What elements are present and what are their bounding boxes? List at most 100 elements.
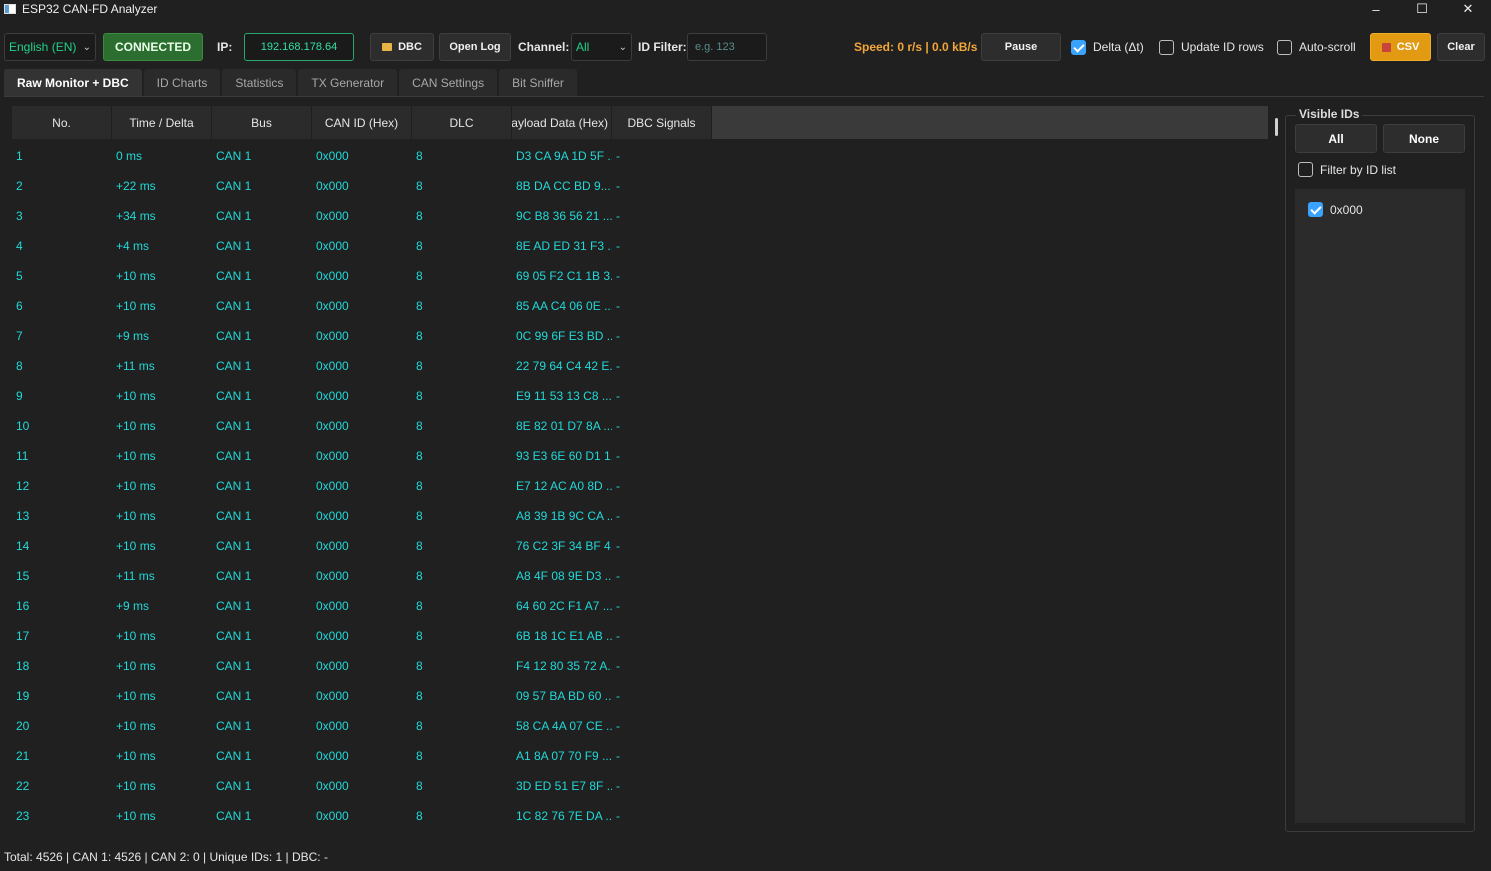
cell-payload: A8 39 1B 9C CA ... xyxy=(516,509,612,523)
delta-checkbox[interactable]: Delta (Δt) xyxy=(1071,33,1144,61)
table-row[interactable]: 11 +10 ms CAN 1 0x000 8 93 E3 6E 60 D1 1... - xyxy=(12,441,1268,471)
filter-by-id-list-checkbox[interactable]: Filter by ID list xyxy=(1298,162,1396,177)
table-row[interactable]: 4 +4 ms CAN 1 0x000 8 8E AD ED 31 F3 ... - xyxy=(12,231,1268,261)
table-row[interactable]: 17 +10 ms CAN 1 0x000 8 6B 18 1C E1 AB ... - xyxy=(12,621,1268,651)
cell-no: 18 xyxy=(16,659,30,673)
cell-can-id: 0x000 xyxy=(316,419,349,433)
cell-no: 13 xyxy=(16,509,30,523)
maximize-button[interactable]: ☐ xyxy=(1399,0,1445,18)
table-row[interactable]: 22 +10 ms CAN 1 0x000 8 3D ED 51 E7 8F ... - xyxy=(12,771,1268,801)
cell-time-delta: +10 ms xyxy=(116,389,156,403)
cell-dlc: 8 xyxy=(416,539,423,553)
cell-dbc-signals: - xyxy=(616,389,620,403)
cell-no: 7 xyxy=(16,329,23,343)
table-row[interactable]: 18 +10 ms CAN 1 0x000 8 F4 12 80 35 72 A... - xyxy=(12,651,1268,681)
export-csv-button[interactable]: CSV xyxy=(1370,33,1431,61)
cell-time-delta: +10 ms xyxy=(116,509,156,523)
update-id-rows-checkbox[interactable]: Update ID rows xyxy=(1159,33,1264,61)
table-row[interactable]: 10 +10 ms CAN 1 0x000 8 8E 82 01 D7 8A ... - xyxy=(12,411,1268,441)
cell-dbc-signals: - xyxy=(616,479,620,493)
close-button[interactable]: ✕ xyxy=(1445,0,1491,18)
cell-time-delta: +10 ms xyxy=(116,419,156,433)
table-scrollbar[interactable] xyxy=(1275,118,1278,136)
language-select[interactable]: English (EN) ⌄ xyxy=(4,33,96,61)
table-row[interactable]: 13 +10 ms CAN 1 0x000 8 A8 39 1B 9C CA ... - xyxy=(12,501,1268,531)
cell-dlc: 8 xyxy=(416,149,423,163)
tab-divider xyxy=(4,96,1484,97)
table-row[interactable]: 20 +10 ms CAN 1 0x000 8 58 CA 4A 07 CE ... - xyxy=(12,711,1268,741)
id-list-item[interactable]: 0x000 xyxy=(1308,202,1363,217)
cell-dbc-signals: - xyxy=(616,449,620,463)
tab-bit-sniffer[interactable]: Bit Sniffer xyxy=(499,69,577,96)
tab-tx-generator[interactable]: TX Generator xyxy=(298,69,398,96)
tab-id-charts[interactable]: ID Charts xyxy=(143,69,221,96)
table-row[interactable]: 2 +22 ms CAN 1 0x000 8 8B DA CC BD 9... - xyxy=(12,171,1268,201)
window-controls: – ☐ ✕ xyxy=(1353,0,1491,18)
select-none-ids-button[interactable]: None xyxy=(1383,124,1465,153)
id-filter-input[interactable]: e.g. 123 xyxy=(687,33,767,61)
table-row[interactable]: 16 +9 ms CAN 1 0x000 8 64 60 2C F1 A7 ... - xyxy=(12,591,1268,621)
cell-time-delta: +10 ms xyxy=(116,629,156,643)
cell-bus: CAN 1 xyxy=(216,569,252,583)
save-icon xyxy=(1381,42,1391,52)
cell-can-id: 0x000 xyxy=(316,689,349,703)
table-row[interactable]: 19 +10 ms CAN 1 0x000 8 09 57 BA BD 60 ... - xyxy=(12,681,1268,711)
cell-can-id: 0x000 xyxy=(316,809,349,823)
cell-dbc-signals: - xyxy=(616,749,620,763)
table-row[interactable]: 8 +11 ms CAN 1 0x000 8 22 79 64 C4 42 E... - xyxy=(12,351,1268,381)
cell-bus: CAN 1 xyxy=(216,479,252,493)
load-dbc-button[interactable]: DBC xyxy=(370,33,434,61)
cell-time-delta: +10 ms xyxy=(116,539,156,553)
minimize-button[interactable]: – xyxy=(1353,0,1399,18)
title-bar: ESP32 CAN-FD Analyzer – ☐ ✕ xyxy=(0,0,1491,18)
table-row[interactable]: 1 0 ms CAN 1 0x000 8 D3 CA 9A 1D 5F ... - xyxy=(12,141,1268,171)
cell-can-id: 0x000 xyxy=(316,569,349,583)
cell-time-delta: +10 ms xyxy=(116,689,156,703)
table-row[interactable]: 23 +10 ms CAN 1 0x000 8 1C 82 76 7E DA ... - xyxy=(12,801,1268,831)
cell-dbc-signals: - xyxy=(616,359,620,373)
column-header-time[interactable]: Time / Delta xyxy=(112,106,212,139)
cell-dlc: 8 xyxy=(416,329,423,343)
cell-payload: D3 CA 9A 1D 5F ... xyxy=(516,149,612,163)
status-bar: Total: 4526 | CAN 1: 4526 | CAN 2: 0 | U… xyxy=(4,850,328,864)
tab-raw-monitor[interactable]: Raw Monitor + DBC xyxy=(4,69,142,96)
table-row[interactable]: 5 +10 ms CAN 1 0x000 8 69 05 F2 C1 1B 3... - xyxy=(12,261,1268,291)
cell-time-delta: +10 ms xyxy=(116,749,156,763)
column-header-dlc[interactable]: DLC xyxy=(412,106,512,139)
pause-button[interactable]: Pause xyxy=(981,33,1061,61)
tab-statistics[interactable]: Statistics xyxy=(222,69,297,96)
channel-select[interactable]: All ⌄ xyxy=(571,33,632,61)
table-row[interactable]: 7 +9 ms CAN 1 0x000 8 0C 99 6F E3 BD ... - xyxy=(12,321,1268,351)
column-header-no[interactable]: No. xyxy=(12,106,112,139)
cell-dlc: 8 xyxy=(416,569,423,583)
column-header-dbc-signals[interactable]: DBC Signals xyxy=(612,106,712,139)
cell-can-id: 0x000 xyxy=(316,389,349,403)
cell-can-id: 0x000 xyxy=(316,539,349,553)
column-header-payload[interactable]: Payload Data (Hex) xyxy=(512,106,612,139)
checkbox-unchecked-icon xyxy=(1159,39,1174,55)
table-row[interactable]: 6 +10 ms CAN 1 0x000 8 85 AA C4 06 0E ... - xyxy=(12,291,1268,321)
cell-no: 10 xyxy=(16,419,30,433)
table-row[interactable]: 21 +10 ms CAN 1 0x000 8 A1 8A 07 70 F9 ... - xyxy=(12,741,1268,771)
clear-button[interactable]: Clear xyxy=(1437,33,1485,61)
table-row[interactable]: 15 +11 ms CAN 1 0x000 8 A8 4F 08 9E D3 ... - xyxy=(12,561,1268,591)
column-header-bus[interactable]: Bus xyxy=(212,106,312,139)
open-log-button[interactable]: Open Log xyxy=(439,33,511,61)
cell-payload: 6B 18 1C E1 AB ... xyxy=(516,629,612,643)
column-header-can-id[interactable]: CAN ID (Hex) xyxy=(312,106,412,139)
checkbox-checked-icon xyxy=(1308,202,1323,217)
table-row[interactable]: 12 +10 ms CAN 1 0x000 8 E7 12 AC A0 8D ... - xyxy=(12,471,1268,501)
tab-can-settings[interactable]: CAN Settings xyxy=(399,69,498,96)
tab-bar: Raw Monitor + DBC ID Charts Statistics T… xyxy=(4,69,579,96)
table-row[interactable]: 9 +10 ms CAN 1 0x000 8 E9 11 53 13 C8 ... - xyxy=(12,381,1268,411)
select-all-ids-button[interactable]: All xyxy=(1295,124,1377,153)
table-header: No. Time / Delta Bus CAN ID (Hex) DLC Pa… xyxy=(12,106,1268,139)
cell-no: 3 xyxy=(16,209,23,223)
connection-status-button[interactable]: CONNECTED xyxy=(103,33,203,61)
cell-dlc: 8 xyxy=(416,509,423,523)
cell-time-delta: +10 ms xyxy=(116,479,156,493)
table-row[interactable]: 14 +10 ms CAN 1 0x000 8 76 C2 3F 34 BF 4... - xyxy=(12,531,1268,561)
ip-address-field[interactable]: 192.168.178.64 xyxy=(244,33,354,61)
table-row[interactable]: 3 +34 ms CAN 1 0x000 8 9C B8 36 56 21 ... - xyxy=(12,201,1268,231)
auto-scroll-checkbox[interactable]: Auto-scroll xyxy=(1277,33,1356,61)
